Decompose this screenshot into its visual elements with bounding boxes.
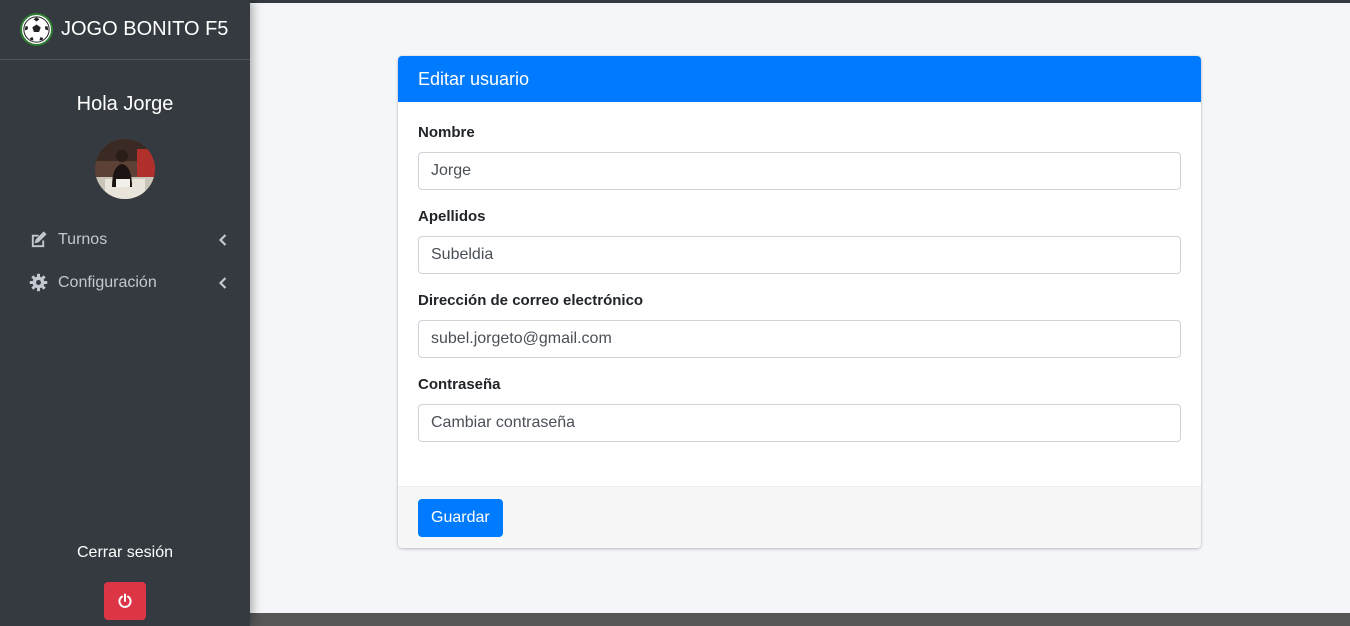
field-apellidos: Apellidos bbox=[418, 208, 1181, 274]
logout-label: Cerrar sesión bbox=[76, 544, 174, 561]
chevron-left-icon bbox=[218, 276, 228, 289]
footer-bar bbox=[250, 613, 1350, 626]
sidebar-item-label: Configuración bbox=[58, 273, 157, 291]
brand-name: JOGO BONITO F5 bbox=[61, 18, 229, 40]
field-label: Dirección de correo electrónico bbox=[418, 292, 644, 309]
sidebar-item-turnos[interactable]: Turnos bbox=[0, 218, 250, 261]
gear-icon bbox=[28, 273, 48, 293]
save-button[interactable]: Guardar bbox=[418, 499, 503, 537]
soccer-ball-icon bbox=[20, 13, 53, 46]
user-avatar bbox=[95, 139, 155, 199]
field-label: Apellidos bbox=[418, 208, 486, 225]
email-input[interactable] bbox=[418, 320, 1181, 358]
field-nombre: Nombre bbox=[418, 124, 1181, 190]
user-greeting: Hola Jorge bbox=[76, 93, 174, 115]
sidebar: JOGO BONITO F5 Hola Jorge Turnos Configu… bbox=[0, 0, 250, 626]
field-email: Dirección de correo electrónico bbox=[418, 292, 1181, 358]
top-border bbox=[250, 0, 1350, 3]
field-label: Contraseña bbox=[418, 376, 501, 393]
logout-button[interactable] bbox=[104, 582, 146, 620]
chevron-left-icon bbox=[218, 233, 228, 246]
sidebar-nav: Turnos Configuración bbox=[0, 218, 250, 304]
card-title: Editar usuario bbox=[398, 56, 1201, 102]
apellidos-input[interactable] bbox=[418, 236, 1181, 274]
sidebar-item-configuracion[interactable]: Configuración bbox=[0, 261, 250, 304]
nombre-input[interactable] bbox=[418, 152, 1181, 190]
password-input[interactable] bbox=[418, 404, 1181, 442]
edit-user-card: Editar usuario Nombre Apellidos Direcció… bbox=[398, 56, 1201, 548]
edit-icon bbox=[28, 230, 48, 250]
field-label: Nombre bbox=[418, 124, 475, 141]
sidebar-item-label: Turnos bbox=[58, 230, 108, 248]
field-password: Contraseña bbox=[418, 376, 1181, 442]
edit-user-form: Nombre Apellidos Dirección de correo ele… bbox=[398, 102, 1201, 442]
power-icon bbox=[117, 593, 133, 609]
brand-link[interactable]: JOGO BONITO F5 bbox=[0, 0, 250, 60]
card-footer: Guardar bbox=[398, 486, 1201, 548]
